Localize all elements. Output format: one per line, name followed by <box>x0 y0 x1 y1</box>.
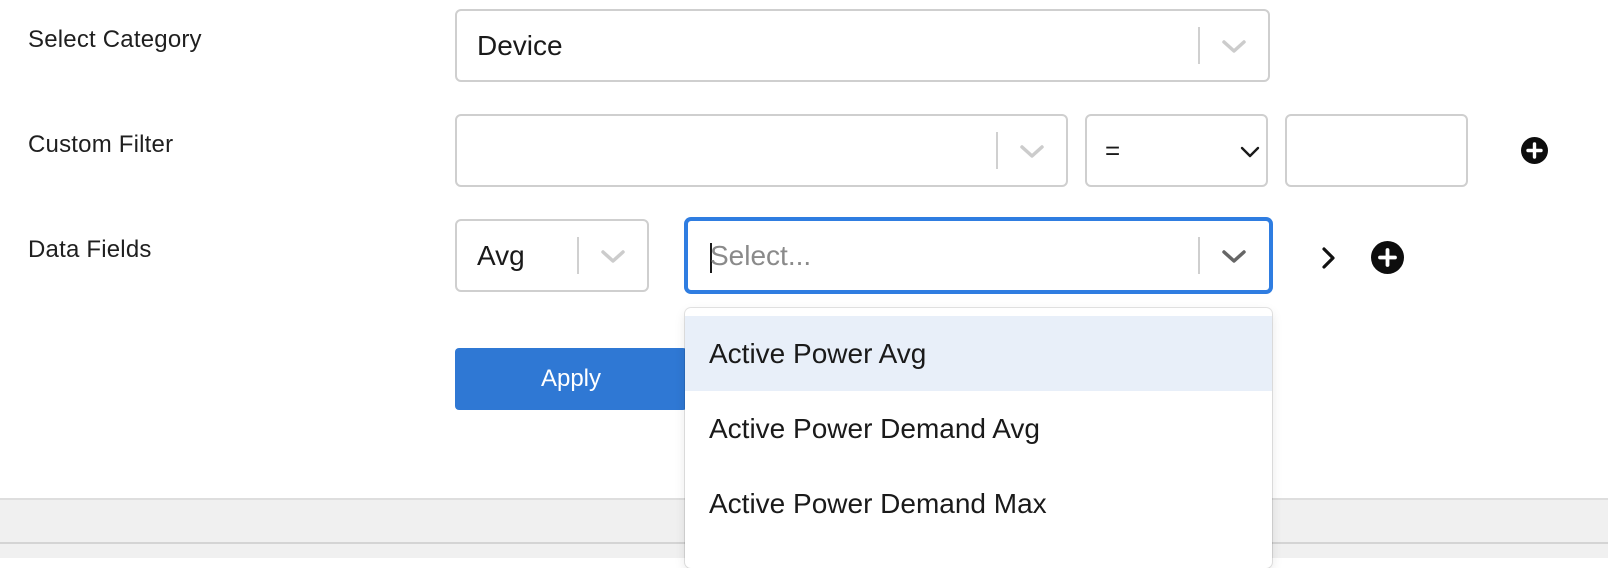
apply-button[interactable]: Apply <box>455 348 687 410</box>
chevron-down-icon[interactable] <box>1219 36 1249 56</box>
data-field-select[interactable]: Select... <box>685 218 1272 293</box>
select-category-label: Select Category <box>28 26 202 53</box>
dropdown-option-label: Active Power Demand Avg <box>709 412 1040 444</box>
aggregate-select-separator <box>577 237 579 274</box>
aggregate-select-value: Avg <box>477 239 525 271</box>
dropdown-option-label: Active Power Avg <box>709 337 927 369</box>
plus-circle-icon <box>1378 248 1397 267</box>
aggregate-select[interactable]: Avg <box>455 219 649 292</box>
data-field-select-separator <box>1198 237 1200 274</box>
chevron-down-icon <box>1240 146 1260 158</box>
chevron-down-icon[interactable] <box>1219 246 1249 266</box>
data-field-dropdown-menu: Active Power Avg Active Power Demand Avg… <box>685 308 1272 568</box>
dropdown-option[interactable]: Active Power Demand Avg <box>685 391 1272 466</box>
category-select-separator <box>1198 27 1200 64</box>
data-field-select-placeholder: Select... <box>710 239 812 271</box>
plus-circle-icon <box>1526 142 1543 159</box>
add-data-field-button[interactable] <box>1371 241 1404 274</box>
chevron-down-icon[interactable] <box>1017 141 1047 161</box>
data-fields-label: Data Fields <box>28 236 152 263</box>
operator-select-value: = <box>1105 135 1121 165</box>
custom-filter-value-input[interactable] <box>1285 114 1468 187</box>
dropdown-option[interactable]: Active Power Demand Max <box>685 466 1272 541</box>
dropdown-option[interactable]: Active Power Avg <box>685 316 1272 391</box>
chevron-down-icon[interactable] <box>598 246 628 266</box>
add-filter-button[interactable] <box>1521 137 1548 164</box>
custom-filter-label: Custom Filter <box>28 131 174 158</box>
chevron-right-icon[interactable] <box>1318 244 1340 272</box>
custom-filter-field-separator <box>996 132 998 169</box>
apply-button-label: Apply <box>540 365 602 392</box>
category-select-value: Device <box>477 29 563 61</box>
custom-filter-field-select[interactable] <box>455 114 1068 187</box>
operator-select[interactable]: = <box>1085 114 1268 187</box>
dropdown-option-label: Active Power Demand Max <box>709 487 1047 519</box>
category-select[interactable]: Device <box>455 9 1270 82</box>
